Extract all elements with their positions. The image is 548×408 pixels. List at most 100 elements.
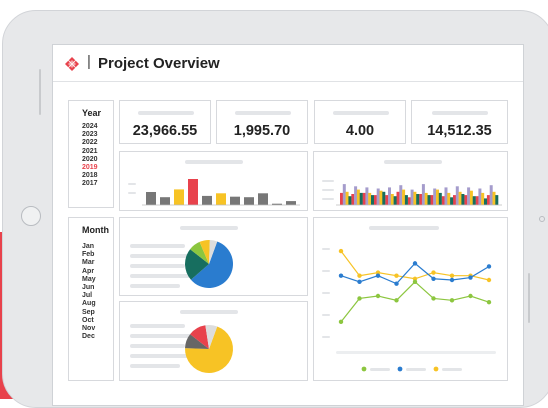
data-point — [449, 298, 455, 303]
bar — [410, 189, 414, 205]
month-filter-panel: Month Jan Feb Mar Apr May Jun Jul Aug Se… — [68, 217, 114, 381]
month-item-jun[interactable]: Jun — [82, 284, 96, 292]
month-item-dec[interactable]: Dec — [82, 333, 96, 341]
bar — [484, 198, 487, 205]
bar — [385, 195, 389, 205]
bar — [461, 194, 465, 205]
bar — [393, 196, 397, 205]
bar — [174, 189, 184, 205]
line-chart — [338, 248, 492, 372]
data-point — [357, 279, 362, 285]
data-point — [357, 296, 362, 301]
data-point — [431, 276, 436, 281]
year-filter-panel: Year 2024 2023 2022 2021 2020 2019 2018 … — [68, 100, 114, 208]
kpi-value-1: 23,966.55 — [132, 123, 198, 139]
data-point — [412, 261, 418, 266]
bar — [478, 188, 482, 205]
data-point — [338, 248, 344, 254]
bar — [362, 192, 366, 205]
month-item-aug[interactable]: Aug — [82, 300, 96, 308]
bar — [396, 191, 400, 205]
bar — [230, 196, 240, 205]
bar — [354, 186, 358, 205]
data-point — [431, 270, 436, 275]
bar — [258, 193, 268, 205]
bar — [450, 197, 454, 205]
year-item-2021[interactable]: 2021 — [82, 148, 98, 156]
header-separator: | — [87, 53, 91, 70]
bar — [453, 195, 456, 205]
bar — [469, 190, 473, 205]
bar — [373, 195, 377, 205]
pie-chart-1 — [185, 240, 233, 288]
pie-chart-2 — [185, 325, 233, 373]
year-item-2023[interactable]: 2023 — [82, 131, 98, 139]
bezel-line-left — [39, 69, 41, 115]
data-point — [449, 273, 455, 278]
kpi-value-3: 4.00 — [345, 123, 375, 139]
month-item-oct[interactable]: Oct — [82, 317, 96, 325]
bar — [441, 196, 445, 205]
month-item-sep[interactable]: Sep — [82, 309, 96, 317]
year-item-2022[interactable]: 2022 — [82, 139, 98, 147]
data-point — [468, 275, 473, 280]
bar — [481, 192, 485, 205]
series-line — [340, 281, 490, 323]
month-item-nov[interactable]: Nov — [82, 325, 96, 333]
bezel-line-right — [528, 273, 530, 323]
bar-chart-panel-1 — [119, 151, 308, 211]
month-item-jul[interactable]: Jul — [82, 292, 96, 300]
header-bar: | Project Overview — [53, 45, 523, 82]
legend-label-placeholder — [370, 368, 390, 371]
bar — [371, 195, 374, 205]
year-item-2020[interactable]: 2020 — [82, 156, 98, 164]
bar — [433, 188, 437, 205]
month-item-apr[interactable]: Apr — [82, 268, 96, 276]
data-point — [394, 281, 399, 286]
data-point — [431, 296, 436, 301]
bar — [404, 195, 408, 205]
bar — [475, 196, 479, 205]
bar — [413, 191, 417, 205]
month-item-feb[interactable]: Feb — [82, 251, 96, 259]
line-chart-panel — [313, 217, 508, 381]
year-filter-title: Year — [82, 108, 102, 118]
bar — [402, 189, 406, 205]
legend-marker — [361, 366, 367, 372]
bar-chart-1 — [142, 179, 300, 206]
year-item-2017[interactable]: 2017 — [82, 180, 98, 188]
kpi-card-3: 4.00 — [314, 100, 406, 144]
bar — [146, 192, 156, 205]
legend-label-placeholder — [442, 368, 462, 371]
bar — [399, 185, 403, 205]
bar — [202, 195, 212, 205]
bar — [188, 179, 198, 205]
bar — [495, 195, 499, 205]
bar — [427, 195, 431, 205]
bar — [390, 194, 394, 205]
bar — [407, 197, 411, 205]
dashboard-screen: | Project Overview Year 2024 2023 2022 2… — [52, 44, 524, 406]
bar — [447, 192, 451, 205]
home-button[interactable] — [21, 206, 41, 226]
bar — [340, 192, 343, 205]
month-item-may[interactable]: May — [82, 276, 96, 284]
year-item-2024[interactable]: 2024 — [82, 123, 98, 131]
year-item-2018[interactable]: 2018 — [82, 172, 98, 180]
bar — [444, 187, 448, 205]
bar — [365, 187, 369, 205]
data-point — [394, 298, 399, 303]
data-point — [357, 273, 362, 278]
kpi-label-placeholder — [333, 111, 389, 115]
bar — [416, 194, 420, 205]
month-item-jan[interactable]: Jan — [82, 243, 96, 251]
bar — [342, 184, 346, 205]
bar — [379, 190, 383, 205]
data-point — [486, 299, 492, 305]
bar — [368, 192, 372, 205]
month-item-mar[interactable]: Mar — [82, 259, 96, 267]
year-item-2019-selected[interactable]: 2019 — [82, 164, 98, 172]
bar — [419, 194, 423, 205]
bar — [351, 194, 355, 205]
pie-chart-panel-2 — [119, 301, 308, 381]
